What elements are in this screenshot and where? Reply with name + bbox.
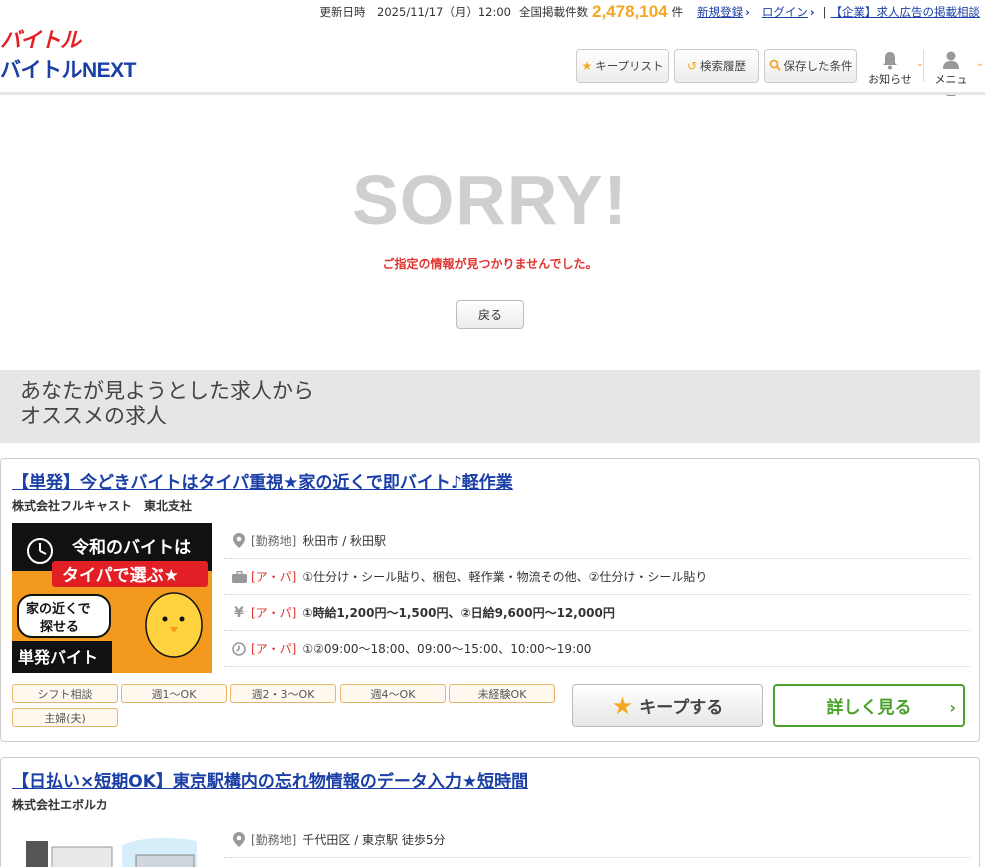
- history-icon: ↺: [686, 59, 698, 73]
- star-icon: ★: [581, 59, 593, 73]
- yen-icon: ¥: [234, 604, 244, 621]
- feature-tag: 主婦(夫): [12, 708, 118, 727]
- work-value: ①仕分け・シール貼り、梱包、軽作業・物流その他、②仕分け・シール貼り: [302, 570, 708, 584]
- header-divider: [0, 92, 985, 95]
- job-card: 【単発】今どきバイトはタイパ重視★家の近くで即バイト♪軽作業 株式会社フルキャス…: [0, 458, 980, 742]
- time-value: ①②09:00～18:00、09:00～15:00、10:00～19:00: [302, 642, 592, 656]
- star-icon: ★: [611, 691, 634, 720]
- thumb-text-2: タイパで選ぶ★: [62, 566, 179, 586]
- briefcase-icon: [231, 570, 247, 583]
- recommend-heading: あなたが見ようとした求人から オススメの求人: [0, 370, 980, 443]
- baitoru-next-logo[interactable]: バイトルNEXT: [0, 54, 137, 84]
- company-name: 株式会社フルキャスト 東北支社: [12, 499, 193, 513]
- location-value: 秋田市 / 秋田駅: [302, 534, 387, 548]
- count-unit: 件: [671, 5, 684, 19]
- location-row: [勤務地] 千代田区 / 東京駅 徒歩5分: [224, 822, 970, 858]
- search-history-button[interactable]: ↺ 検索履歴: [674, 49, 759, 83]
- search-icon: [769, 59, 781, 74]
- chevron-right-icon: ›: [949, 698, 956, 717]
- chevron-right-icon: ›: [745, 5, 750, 19]
- not-found-message: ご指定の情報が見つかりませんでした。: [382, 257, 598, 271]
- top-info-bar: 更新日時 2025/11/17（月）12:00 全国掲載件数 2,478,104…: [319, 2, 981, 21]
- register-link[interactable]: 新規登録: [697, 4, 743, 20]
- feature-tag: シフト相談: [12, 684, 118, 703]
- thumb-text-1: 令和のバイトは: [72, 537, 191, 558]
- keep-list-button[interactable]: ★ キープリスト: [576, 49, 669, 83]
- job-title-link[interactable]: 【日払い×短期OK】東京駅構内の忘れ物情報のデータ入力★短時間: [12, 767, 528, 792]
- back-button[interactable]: 戻る: [456, 300, 524, 329]
- job-title-link[interactable]: 【単発】今どきバイトはタイパ重視★家の近くで即バイト♪軽作業: [12, 468, 513, 493]
- thumb-text-5: 単発バイト: [18, 648, 98, 667]
- pay-value: ①時給1,200円～1,500円、②日給9,600円～12,000円: [302, 606, 615, 620]
- pay-row: ¥ [ア・パ] ①時給1,200円～1,500円、②日給9,600円～12,00…: [224, 595, 970, 631]
- sorry-heading: SORRY!: [352, 161, 628, 239]
- feature-tag: 未経験OK: [449, 684, 555, 703]
- map-pin-icon: [231, 832, 247, 847]
- menu-button[interactable]: メニュー ⌄: [930, 50, 984, 103]
- chevron-down-icon: ⌄: [975, 58, 984, 69]
- work-row: [ア・パ] ①仕分け・シール貼り、梱包、軽作業・物流その他、②仕分け・シール貼り: [224, 559, 970, 595]
- saved-conditions-button[interactable]: 保存した条件: [764, 49, 857, 83]
- location-value: 千代田区 / 東京駅 徒歩5分: [302, 833, 446, 847]
- map-pin-icon: [231, 533, 247, 548]
- clock-icon: [231, 641, 247, 656]
- time-row: [ア・パ] ①②09:00～18:00、09:00～15:00、10:00～19…: [224, 631, 970, 667]
- keep-button[interactable]: ★ キープする: [572, 684, 763, 727]
- location-row: [勤務地] 秋田市 / 秋田駅: [224, 523, 970, 559]
- updated-label: 更新日時 2025/11/17（月）12:00: [319, 5, 511, 19]
- detail-button[interactable]: 詳しく見る ›: [773, 684, 965, 727]
- job-thumbnail[interactable]: 令和のバイトは タイパで選ぶ★ 家の近くで 探せる 単発バイト: [12, 523, 212, 673]
- divider: |: [822, 5, 827, 19]
- login-link[interactable]: ログイン: [762, 4, 808, 20]
- listing-count: 2,478,104: [591, 2, 668, 21]
- notification-button[interactable]: お知らせ ⌄: [868, 50, 924, 87]
- thumb-text-4: 探せる: [40, 619, 79, 635]
- job-card: 【日払い×短期OK】東京駅構内の忘れ物情報のデータ入力★短時間 株式会社エボルカ…: [0, 757, 980, 867]
- bell-icon: [883, 52, 897, 70]
- job-thumbnail[interactable]: [12, 833, 212, 867]
- baitoru-logo[interactable]: バイトル: [0, 24, 81, 54]
- corp-ad-link[interactable]: 【企業】求人広告の掲載相談: [831, 4, 981, 20]
- feature-tag: 週4～OK: [340, 684, 446, 703]
- divider: [923, 50, 924, 82]
- feature-tag: 週1～OK: [121, 684, 227, 703]
- chevron-right-icon: ›: [809, 5, 815, 19]
- user-icon: [943, 51, 959, 69]
- thumb-text-3: 家の近くで: [26, 601, 91, 617]
- count-label: 全国掲載件数: [518, 5, 588, 19]
- feature-tag: 週2・3～OK: [230, 684, 336, 703]
- company-name: 株式会社エボルカ: [12, 798, 108, 812]
